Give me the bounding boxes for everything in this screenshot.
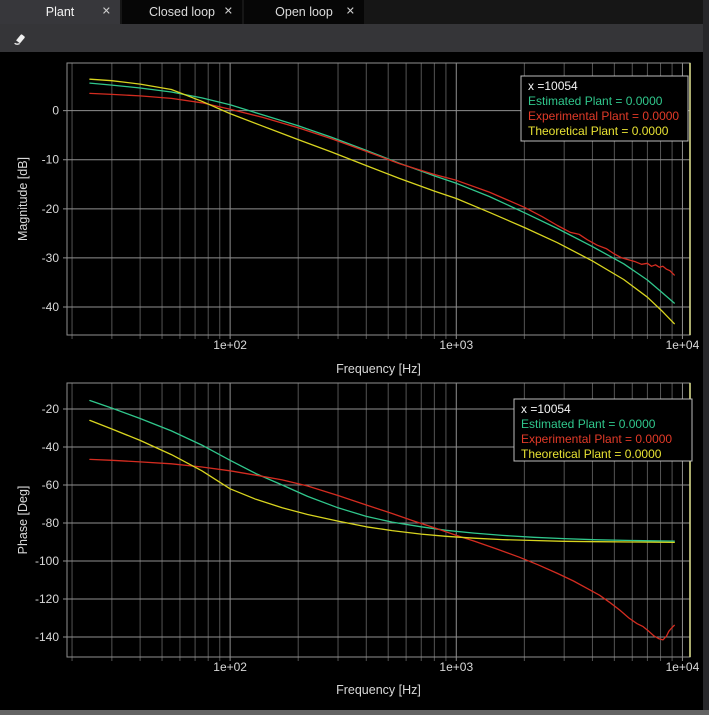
svg-text:x =10054: x =10054 xyxy=(528,79,578,93)
app-window: Plant ✕ Closed loop ✕ Open loop ✕ 1e+021… xyxy=(0,0,709,715)
svg-text:Frequency [Hz]: Frequency [Hz] xyxy=(336,683,421,697)
svg-text:1e+04: 1e+04 xyxy=(666,338,700,352)
tab-bar: Plant ✕ Closed loop ✕ Open loop ✕ xyxy=(0,0,709,24)
svg-text:1e+04: 1e+04 xyxy=(666,660,700,674)
svg-text:1e+03: 1e+03 xyxy=(439,338,473,352)
tab-open-loop[interactable]: Open loop ✕ xyxy=(244,0,364,24)
close-icon[interactable]: ✕ xyxy=(224,6,233,17)
phase-chart[interactable]: 1e+02 1e+03 1e+04 -20 -40 -60 -80 -100 -120 -140 x… xyxy=(0,382,709,715)
svg-text:Estimated Plant = 0.0000: Estimated Plant = 0.0000 xyxy=(528,94,663,108)
svg-text:-120: -120 xyxy=(35,592,59,606)
svg-text:1e+02: 1e+02 xyxy=(213,338,247,352)
svg-text:-30: -30 xyxy=(42,251,60,265)
svg-text:Phase [Deg]: Phase [Deg] xyxy=(16,486,30,555)
svg-text:Magnitude [dB]: Magnitude [dB] xyxy=(16,157,30,241)
svg-text:-140: -140 xyxy=(35,630,59,644)
svg-text:Theoretical Plant = 0.0000: Theoretical Plant = 0.0000 xyxy=(528,124,669,138)
svg-text:Theoretical Plant = 0.0000: Theoretical Plant = 0.0000 xyxy=(521,447,662,461)
svg-text:-100: -100 xyxy=(35,554,59,568)
svg-text:-60: -60 xyxy=(42,478,60,492)
tab-plant[interactable]: Plant ✕ xyxy=(0,0,120,24)
svg-text:-10: -10 xyxy=(42,153,60,167)
svg-text:0: 0 xyxy=(52,104,59,118)
legend: x =10054Estimated Plant = 0.0000Experime… xyxy=(514,399,692,461)
svg-text:-80: -80 xyxy=(42,516,60,530)
tab-label: Plant xyxy=(46,5,75,19)
svg-text:-40: -40 xyxy=(42,300,60,314)
svg-text:1e+03: 1e+03 xyxy=(439,660,473,674)
svg-text:Experimental Plant = 0.0000: Experimental Plant = 0.0000 xyxy=(528,109,679,123)
tab-closed-loop[interactable]: Closed loop ✕ xyxy=(122,0,242,24)
magnitude-chart[interactable]: 1e+02 1e+03 1e+04 0 -10 -20 -30 -40 x =10054Esti… xyxy=(0,52,709,382)
eraser-icon xyxy=(10,30,26,46)
close-icon[interactable]: ✕ xyxy=(102,6,111,17)
legend: x =10054Estimated Plant = 0.0000Experime… xyxy=(521,76,688,141)
right-edge-strip xyxy=(703,0,709,715)
svg-text:-20: -20 xyxy=(42,402,60,416)
toolbar xyxy=(0,24,709,52)
svg-text:Frequency [Hz]: Frequency [Hz] xyxy=(336,362,421,376)
svg-text:-40: -40 xyxy=(42,440,60,454)
svg-text:1e+02: 1e+02 xyxy=(213,660,247,674)
svg-text:Estimated Plant = 0.0000: Estimated Plant = 0.0000 xyxy=(521,417,656,431)
svg-text:-20: -20 xyxy=(42,202,60,216)
svg-text:Experimental Plant = 0.0000: Experimental Plant = 0.0000 xyxy=(521,432,672,446)
tab-label: Open loop xyxy=(275,5,333,19)
svg-text:x =10054: x =10054 xyxy=(521,402,571,416)
tab-label: Closed loop xyxy=(149,5,215,19)
eraser-button[interactable] xyxy=(6,26,30,50)
bottom-edge-bar[interactable] xyxy=(0,710,709,715)
close-icon[interactable]: ✕ xyxy=(346,6,355,17)
